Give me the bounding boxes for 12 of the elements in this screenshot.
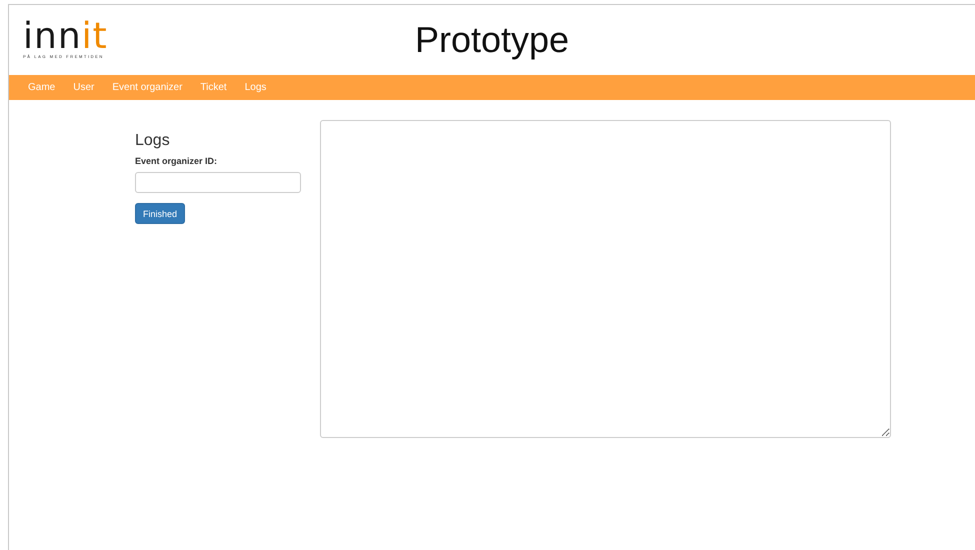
form-heading: Logs (135, 132, 170, 150)
page-title: Prototype (414, 19, 570, 61)
nav-link[interactable]: Ticket (191, 82, 236, 93)
input-field[interactable] (135, 172, 301, 193)
nav-link[interactable]: Event organizer (103, 82, 192, 93)
logo: innit (23, 21, 109, 53)
finished-button[interactable]: Finished (135, 203, 186, 224)
nav-link[interactable]: Logs (236, 82, 276, 93)
nav-link[interactable]: User (64, 82, 104, 93)
field-label: Event organizer ID: (135, 156, 218, 166)
nav-link[interactable]: Game (19, 82, 64, 93)
log-textarea[interactable] (320, 120, 891, 438)
